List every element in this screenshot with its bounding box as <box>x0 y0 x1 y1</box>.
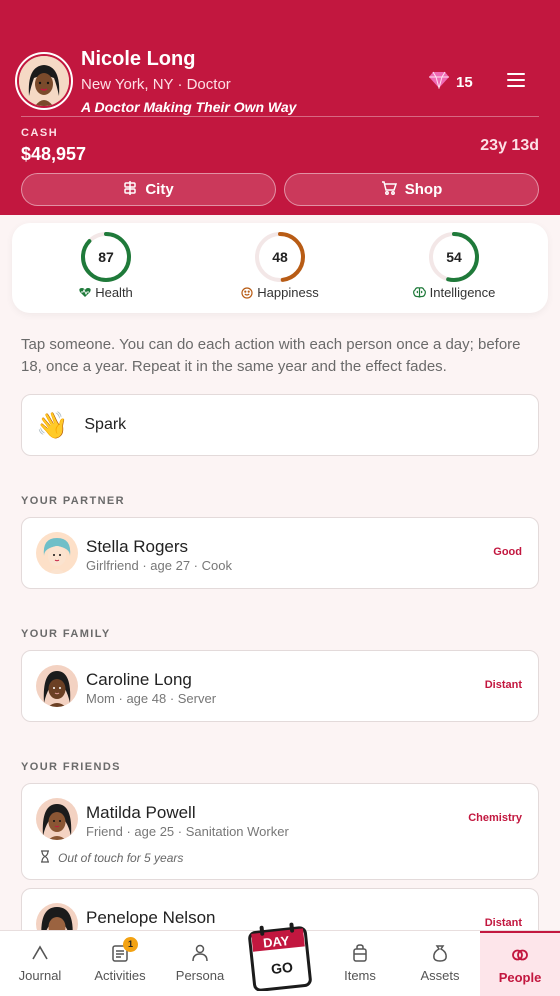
profile-header: Nicole Long New York, NY · Doctor A Doct… <box>0 0 560 215</box>
family-member-desc: Mom · age 48 · Server <box>86 691 217 706</box>
section-family-title: YOUR FAMILY <box>21 628 111 640</box>
nav-journal[interactable]: Journal <box>0 931 80 996</box>
avatar-face-icon <box>19 56 69 106</box>
nav-assets[interactable]: Assets <box>400 931 480 996</box>
profile-location: New York, NY · Doctor <box>81 76 231 93</box>
age-display: 23y 13d <box>480 137 539 154</box>
nav-items-label: Items <box>344 968 376 983</box>
partner-desc: Girlfriend · age 27 · Cook <box>86 558 232 573</box>
day-label: DAY <box>262 933 290 951</box>
section-friends-title: YOUR FRIENDS <box>21 761 121 773</box>
friend-note: Out of touch for 5 years <box>40 850 183 866</box>
health-label: Health <box>95 285 133 300</box>
stat-intelligence[interactable]: 54 Intelligence <box>394 231 514 300</box>
nav-people[interactable]: People <box>480 931 560 996</box>
friend-avatar <box>36 798 78 840</box>
signpost-icon <box>123 180 137 200</box>
health-value: 87 <box>98 249 114 265</box>
spark-action[interactable]: 👋 Spark <box>21 394 539 456</box>
friend-note-text: Out of touch for 5 years <box>58 851 184 865</box>
waving-hand-icon: 👋 <box>36 409 69 440</box>
cash-value: $48,957 <box>21 144 87 164</box>
partner-relation: Good <box>493 546 522 558</box>
calendar-icon: DAY GO <box>248 922 312 992</box>
family-member-name: Caroline Long <box>86 670 192 689</box>
brain-icon <box>412 287 426 298</box>
nav-journal-label: Journal <box>18 968 62 983</box>
gems-counter[interactable]: 15 <box>428 71 473 93</box>
nav-activities[interactable]: 1 Activities <box>80 931 160 996</box>
smile-icon <box>241 286 253 299</box>
money-bag-icon <box>433 945 447 962</box>
nav-persona-label: Persona <box>175 968 225 983</box>
shop-button[interactable]: Shop <box>284 173 539 206</box>
nav-persona[interactable]: Persona <box>160 931 240 996</box>
friend-relation: Distant <box>484 917 522 929</box>
section-partner-title: YOUR PARTNER <box>21 495 125 507</box>
stat-health[interactable]: 87 Health <box>46 231 166 300</box>
happiness-gauge: 48 <box>255 232 305 282</box>
stat-happiness[interactable]: 48 Happiness <box>220 231 340 300</box>
family-member-relation: Distant <box>484 679 522 691</box>
hamburger-menu-icon[interactable] <box>507 73 525 87</box>
heartbeat-icon <box>79 287 91 298</box>
friend-card[interactable]: Matilda Powell Friend · age 25 · Sanitat… <box>21 783 539 880</box>
cart-icon <box>381 180 397 199</box>
family-card[interactable]: Caroline Long Mom · age 48 · Server Dist… <box>21 650 539 722</box>
health-gauge: 87 <box>81 232 131 282</box>
day-go-button[interactable]: DAY GO <box>247 921 313 992</box>
cash-label: CASH <box>21 127 59 139</box>
profile-name: Nicole Long <box>81 48 196 70</box>
profile-avatar[interactable] <box>15 52 73 110</box>
family-avatar <box>36 665 78 707</box>
nav-activities-label: Activities <box>94 968 146 983</box>
person-icon <box>192 944 208 962</box>
friend-relation: Chemistry <box>468 812 522 824</box>
hourglass-icon <box>40 850 50 866</box>
partner-name: Stella Rogers <box>86 537 189 556</box>
instructions-text: Tap someone. You can do each action with… <box>21 336 521 375</box>
intelligence-value: 54 <box>446 249 462 265</box>
friend-name: Penelope Nelson <box>86 908 216 927</box>
city-button[interactable]: City <box>21 173 276 206</box>
nav-assets-label: Assets <box>420 968 460 983</box>
nav-items[interactable]: Items <box>320 931 400 996</box>
city-button-label: City <box>145 181 174 198</box>
gem-icon <box>428 71 450 93</box>
journal-icon <box>32 945 48 960</box>
partner-avatar <box>36 532 78 574</box>
intelligence-gauge: 54 <box>429 232 479 282</box>
people-rings-icon <box>512 949 528 961</box>
go-label: GO <box>270 959 293 977</box>
profile-tagline: A Doctor Making Their Own Way <box>81 99 297 115</box>
header-divider <box>21 116 539 117</box>
friend-desc: Friend · age 25 · Sanitation Worker <box>86 824 289 839</box>
partner-card[interactable]: Stella Rogers Girlfriend · age 27 · Cook… <box>21 517 539 589</box>
friend-name: Matilda Powell <box>86 803 196 822</box>
happiness-value: 48 <box>272 249 288 265</box>
activities-badge: 1 <box>123 937 138 952</box>
bag-icon <box>353 944 367 962</box>
gems-count: 15 <box>456 73 473 91</box>
shop-button-label: Shop <box>404 181 443 198</box>
nav-people-label: People <box>498 970 542 985</box>
spark-label: Spark <box>84 416 127 433</box>
stats-card: 87 Health 48 Happiness 54 Intelligence <box>12 223 548 313</box>
intelligence-label: Intelligence <box>429 285 496 300</box>
happiness-label: Happiness <box>257 285 319 300</box>
